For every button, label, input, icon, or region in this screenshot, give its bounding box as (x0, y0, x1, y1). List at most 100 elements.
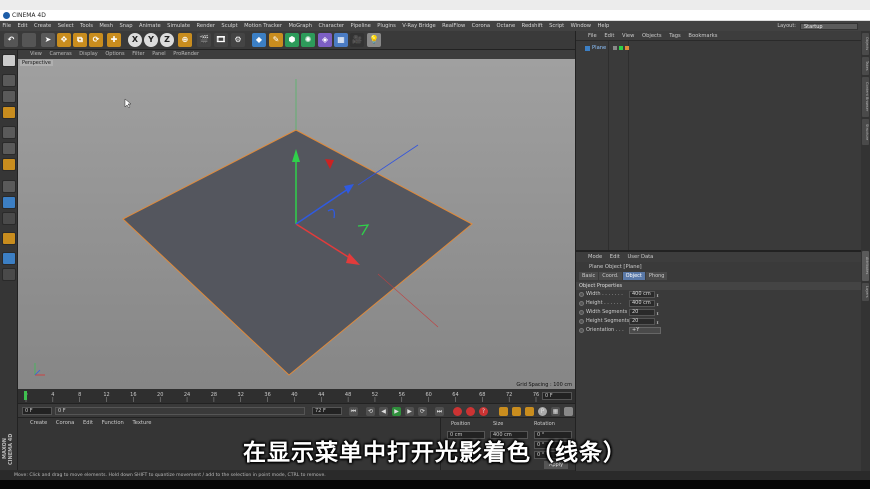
menu-create[interactable]: Create (34, 21, 51, 31)
axis-x-lock-icon[interactable]: X (128, 33, 142, 47)
tab-phong[interactable]: Phong (645, 272, 668, 280)
menu-edit[interactable]: Edit (18, 21, 28, 31)
om-menu-objects[interactable]: Objects (642, 33, 662, 39)
animate-dot-icon[interactable] (579, 292, 584, 297)
solo-mode-icon[interactable] (2, 268, 16, 281)
om-menu-edit[interactable]: Edit (604, 33, 614, 39)
menu-mesh[interactable]: Mesh (99, 21, 113, 31)
phong-tag-icon[interactable] (625, 46, 630, 50)
menu-render[interactable]: Render (197, 21, 215, 31)
menu-corona[interactable]: Corona (472, 21, 490, 31)
model-mode-icon[interactable] (2, 74, 16, 87)
material-menu-function[interactable]: Function (102, 420, 124, 426)
enable-axis-icon[interactable] (2, 180, 16, 193)
subdivision-surface-icon[interactable]: ⬢ (285, 33, 299, 47)
edges-mode-icon[interactable] (2, 142, 16, 155)
workplane-mode-icon[interactable] (2, 106, 16, 119)
menu-redshift[interactable]: Redshift (522, 21, 543, 31)
array-icon[interactable]: ✺ (301, 33, 315, 47)
record-icon[interactable] (453, 407, 462, 416)
width-field[interactable]: 400 cm (629, 291, 655, 298)
menu-select[interactable]: Select (58, 21, 74, 31)
key-parameter-icon[interactable]: P (538, 407, 547, 416)
undo-icon[interactable]: ↶ (4, 33, 18, 47)
previous-frame-icon[interactable]: ◀ (379, 407, 388, 416)
current-frame-field[interactable]: 0 F (542, 392, 572, 400)
menu-mograph[interactable]: MoGraph (288, 21, 312, 31)
frame-range-slider[interactable]: 0 F (55, 407, 305, 415)
height-field[interactable]: 400 cm (629, 300, 655, 307)
layout-select[interactable]: Startup (800, 22, 858, 30)
next-frame-icon[interactable]: ▶ (405, 407, 414, 416)
key-scale-icon[interactable] (512, 407, 521, 416)
menu-file[interactable]: File (2, 21, 11, 31)
timeline-ruler[interactable]: 0481216202428323640444852566064687276 0 … (18, 389, 575, 403)
right-tab-takes[interactable]: Takes (862, 57, 869, 75)
render-settings-icon[interactable]: ⚙ (231, 33, 245, 47)
menu-character[interactable]: Character (318, 21, 344, 31)
menu-plugins[interactable]: Plugins (377, 21, 396, 31)
polygons-mode-icon[interactable] (2, 158, 16, 171)
enabled-check-icon[interactable] (619, 46, 624, 50)
axis-y-lock-icon[interactable]: Y (144, 33, 158, 47)
scale-tool-icon[interactable]: ⧉ (73, 33, 87, 47)
right-tab-layers[interactable]: Layers (862, 283, 869, 301)
animate-dot-icon[interactable] (579, 328, 584, 333)
viewport-menu-display[interactable]: Display (79, 51, 97, 57)
material-menu-create[interactable]: Create (30, 420, 47, 426)
om-menu-bookmarks[interactable]: Bookmarks (688, 33, 717, 39)
texture-mode-icon[interactable] (2, 90, 16, 103)
tweak-mode-icon[interactable] (2, 196, 16, 209)
render-picture-viewer-icon[interactable]: 🎞 (214, 33, 228, 47)
go-to-end-icon[interactable]: ⏭ (435, 407, 444, 416)
right-tab-structure[interactable]: Structure (862, 119, 869, 145)
cube-object-icon[interactable]: ◆ (252, 33, 266, 47)
menu-pipeline[interactable]: Pipeline (351, 21, 371, 31)
snap-icon[interactable] (2, 212, 16, 225)
om-menu-view[interactable]: View (622, 33, 634, 39)
am-menu-edit[interactable]: Edit (610, 254, 620, 260)
pen-spline-icon[interactable]: ✎ (269, 33, 283, 47)
right-tab-attributes[interactable]: Attributes (862, 251, 869, 281)
width-segments-field[interactable]: 20 (629, 309, 655, 316)
viewport-menu-filter[interactable]: Filter (132, 51, 144, 57)
locked-workplane-icon[interactable] (2, 232, 16, 245)
rotate-tool-icon[interactable]: ⟳ (89, 33, 103, 47)
om-menu-file[interactable]: File (588, 33, 597, 39)
keyframe-selection-icon[interactable]: ? (479, 407, 488, 416)
menu-window[interactable]: Window (571, 21, 591, 31)
go-to-start-icon[interactable]: ⏮ (349, 407, 358, 416)
object-row-plane[interactable]: Plane (585, 44, 630, 52)
height-segments-field[interactable]: 20 (629, 318, 655, 325)
tab-coord[interactable]: Coord. (599, 272, 622, 280)
recent-tool-icon[interactable]: ✚ (107, 33, 121, 47)
end-frame-field[interactable]: 72 F (312, 407, 342, 415)
viewport-menu-prorender[interactable]: ProRender (173, 51, 199, 57)
om-menu-tags[interactable]: Tags (669, 33, 680, 39)
coordinate-system-icon[interactable]: ⊕ (178, 33, 192, 47)
orientation-select[interactable]: +Y (629, 327, 661, 334)
autokey-icon[interactable] (466, 407, 475, 416)
points-mode-icon[interactable] (2, 126, 16, 139)
material-menu-corona[interactable]: Corona (56, 420, 74, 426)
select-tool-icon[interactable]: ➤ (41, 33, 55, 47)
make-editable-icon[interactable] (2, 54, 16, 67)
light-icon[interactable]: 💡 (367, 33, 381, 47)
floor-icon[interactable]: ▦ (334, 33, 348, 47)
render-view-icon[interactable]: 🎬 (197, 33, 211, 47)
timeline-settings-icon[interactable] (564, 407, 573, 416)
next-key-icon[interactable]: ⟳ (418, 407, 427, 416)
menu-snap[interactable]: Snap (119, 21, 132, 31)
menu-script[interactable]: Script (549, 21, 564, 31)
am-menu-mode[interactable]: Mode (588, 254, 602, 260)
menu-help[interactable]: Help (598, 21, 610, 31)
play-icon[interactable]: ▶ (392, 407, 401, 416)
start-frame-field[interactable]: 0 F (22, 407, 52, 415)
camera-icon[interactable]: 🎥 (350, 33, 364, 47)
right-tab-objects[interactable]: Objects (862, 33, 869, 55)
menu-sculpt[interactable]: Sculpt (221, 21, 237, 31)
menu-motion-tracker[interactable]: Motion Tracker (244, 21, 282, 31)
menu-realflow[interactable]: RealFlow (442, 21, 465, 31)
animate-dot-icon[interactable] (579, 319, 584, 324)
deformer-icon[interactable]: ◈ (318, 33, 332, 47)
